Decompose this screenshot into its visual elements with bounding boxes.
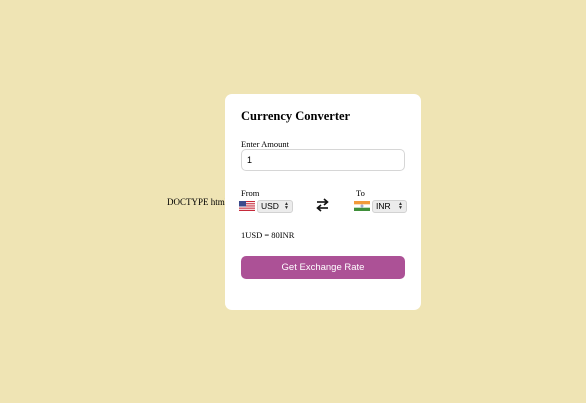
converter-card: Currency Converter Enter Amount From To …: [225, 94, 421, 310]
from-currency-value: USD: [261, 201, 279, 211]
to-label: To: [356, 188, 365, 198]
amount-input[interactable]: [241, 149, 405, 171]
swap-arrows-icon[interactable]: [316, 197, 329, 213]
from-currency-select[interactable]: USD ▲ ▼: [257, 199, 293, 213]
to-currency-value: INR: [376, 201, 391, 211]
select-updown-icon: ▲ ▼: [398, 201, 403, 211]
to-currency-select[interactable]: INR ▲ ▼: [372, 199, 407, 213]
india-flag-icon: [354, 201, 370, 211]
from-label: From: [241, 188, 260, 198]
amount-label: Enter Amount: [241, 139, 289, 149]
to-currency-group: INR ▲ ▼: [354, 199, 407, 213]
from-currency-group: USD ▲ ▼: [239, 199, 293, 213]
get-exchange-rate-button[interactable]: Get Exchange Rate: [241, 256, 405, 279]
page-title: Currency Converter: [241, 109, 351, 123]
select-updown-icon: ▲ ▼: [284, 201, 289, 211]
exchange-rate-text: 1USD = 80INR: [241, 230, 295, 240]
stray-doctype-text: DOCTYPE html>: [167, 197, 233, 207]
us-flag-icon: [239, 201, 255, 211]
